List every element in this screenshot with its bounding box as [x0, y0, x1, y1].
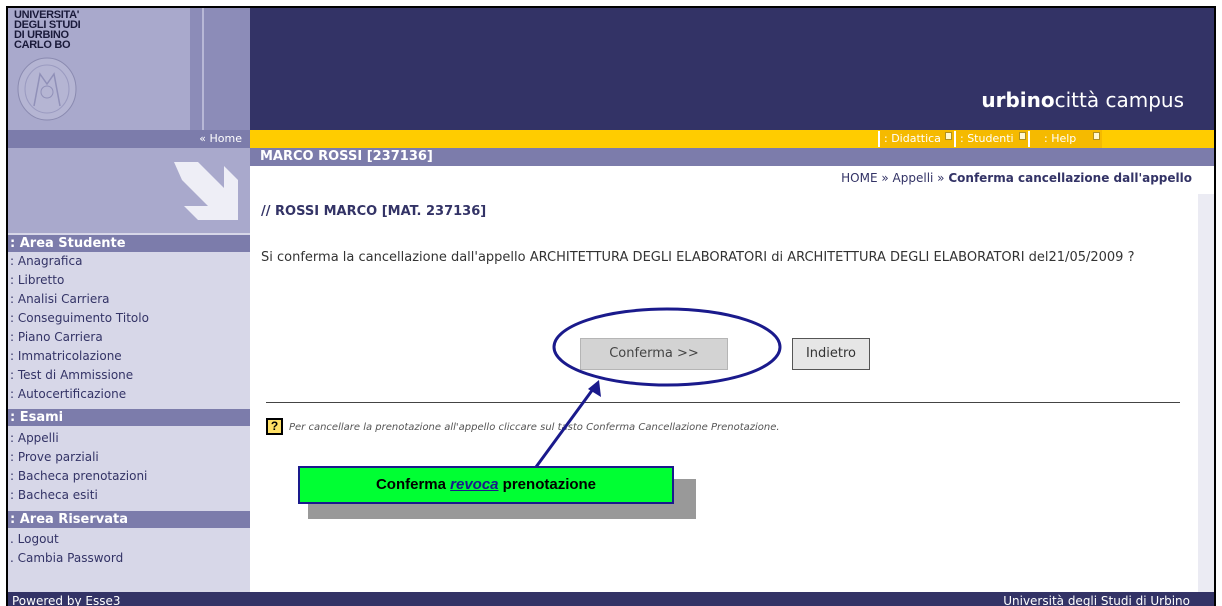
university-logo[interactable]: UNIVERSITA' DEGLI STUDI DI URBINO CARLO …	[8, 8, 190, 130]
header: UNIVERSITA' DEGLI STUDI DI URBINO CARLO …	[8, 8, 1214, 130]
breadcrumb-appelli[interactable]: Appelli	[893, 171, 934, 185]
logo-line: CARLO BO	[14, 39, 71, 51]
breadcrumb-separator: »	[933, 171, 949, 185]
header-strip	[190, 8, 250, 130]
user-bar: MARCO ROSSI [237136]	[250, 148, 1214, 166]
sidebar-item-bacheca-esiti[interactable]: : Bacheca esiti	[10, 486, 98, 505]
document-icon	[1093, 132, 1100, 140]
strip-line	[202, 8, 204, 130]
sidebar-item-analisi-carriera[interactable]: : Analisi Carriera	[10, 290, 110, 309]
sidebar-item-conseguimento-titolo[interactable]: : Conseguimento Titolo	[10, 309, 149, 328]
tab-label: : Didattica	[884, 132, 941, 145]
tab-label: : Help	[1044, 132, 1077, 145]
sidebar-item-test-ammissione[interactable]: : Test di Ammissione	[10, 366, 133, 385]
brand-light: città campus	[1054, 88, 1184, 112]
sidebar-item-piano-carriera[interactable]: : Piano Carriera	[10, 328, 103, 347]
help-icon: ?	[266, 418, 283, 435]
document-icon	[1019, 132, 1026, 140]
home-link[interactable]: « Home	[8, 130, 250, 148]
divider	[266, 402, 1180, 403]
footer-powered-by: Powered by Esse3	[12, 594, 121, 606]
sidebar-item-autocertificazione[interactable]: : Autocertificazione	[10, 385, 126, 404]
tab-didattica[interactable]: : Didattica	[880, 130, 954, 148]
confirm-button[interactable]: Conferma >>	[580, 338, 728, 370]
tab-label: : Studenti	[960, 132, 1014, 145]
back-button[interactable]: Indietro	[792, 338, 870, 370]
confirm-message: Si conferma la cancellazione dall'appell…	[261, 250, 1135, 265]
breadcrumb-separator: »	[877, 171, 893, 185]
document-icon	[945, 132, 952, 140]
sidebar-item-bacheca-prenotazioni[interactable]: : Bacheca prenotazioni	[10, 467, 147, 486]
section-area-studente: : Area Studente	[8, 235, 250, 252]
annotation-emphasis: revoca	[450, 476, 499, 493]
brand-logo[interactable]: urbinocittà campus	[981, 88, 1184, 112]
annotation-label: Conferma revoca prenotazione	[298, 466, 674, 504]
footer: Powered by Esse3 Università degli Studi …	[8, 592, 1214, 606]
sidebar-item-appelli[interactable]: : Appelli	[10, 429, 59, 448]
footer-university: Università degli Studi di Urbino	[1003, 594, 1190, 606]
arrow-box	[8, 148, 250, 233]
sidebar-item-immatricolazione[interactable]: : Immatricolazione	[10, 347, 122, 366]
breadcrumb-home[interactable]: HOME	[841, 171, 877, 185]
breadcrumb-current: Conferma cancellazione dall'appello	[948, 171, 1192, 185]
sidebar: : Area Studente : Anagrafica : Libretto …	[8, 148, 250, 592]
section-area-riservata: : Area Riservata	[8, 511, 250, 528]
arrow-down-right-icon	[174, 162, 238, 220]
section-esami: : Esami	[8, 409, 250, 426]
brand-bold: urbino	[981, 88, 1055, 112]
help-text: Per cancellare la prenotazione all'appel…	[289, 422, 780, 433]
logo-text: UNIVERSITA' DEGLI STUDI DI URBINO CARLO …	[14, 10, 81, 51]
right-gutter	[1198, 194, 1214, 592]
nav-bar: « Home : Didattica : Studenti : Help	[8, 130, 1214, 148]
sidebar-item-cambia-password[interactable]: . Cambia Password	[10, 549, 123, 568]
breadcrumb: HOME » Appelli » Conferma cancellazione …	[250, 166, 1198, 190]
annotation-post: prenotazione	[498, 476, 597, 493]
annotation-pre: Conferma	[375, 476, 451, 493]
seal-icon	[17, 57, 77, 121]
sidebar-item-prove-parziali[interactable]: : Prove parziali	[10, 448, 99, 467]
tab-studenti[interactable]: : Studenti	[956, 130, 1028, 148]
sidebar-item-logout[interactable]: . Logout	[10, 530, 59, 549]
page-title: // ROSSI MARCO [MAT. 237136]	[261, 204, 487, 219]
sidebar-item-anagrafica[interactable]: : Anagrafica	[10, 252, 82, 271]
tab-help[interactable]: : Help	[1030, 130, 1102, 148]
sidebar-item-libretto[interactable]: : Libretto	[10, 271, 64, 290]
